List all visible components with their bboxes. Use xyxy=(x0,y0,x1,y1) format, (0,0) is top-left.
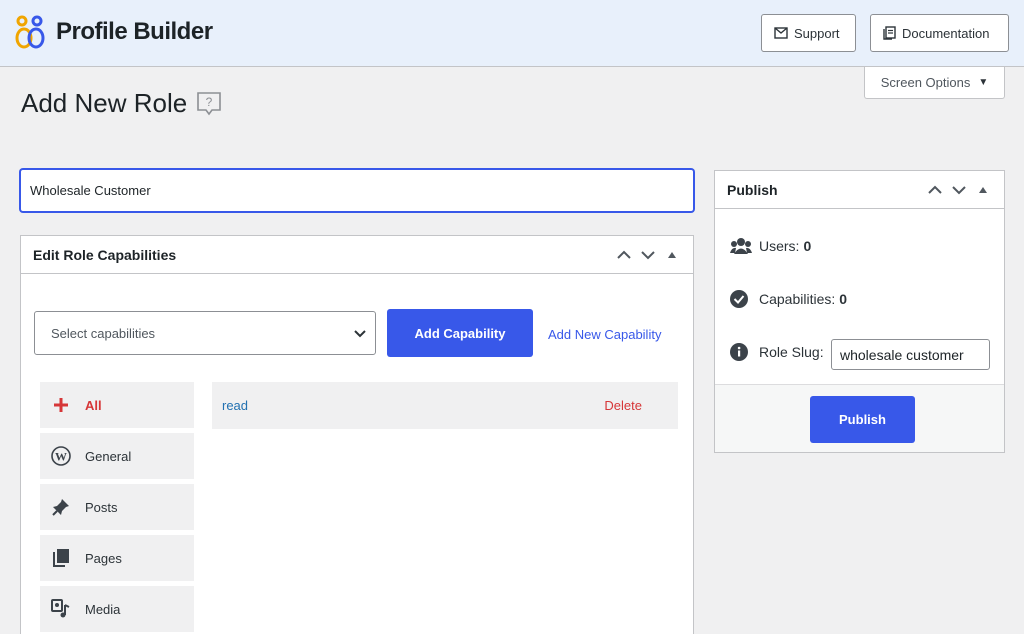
support-button[interactable]: Support xyxy=(761,14,856,52)
top-bar: Profile Builder Support Documentation xyxy=(0,0,1024,67)
role-slug-line: Role Slug: xyxy=(730,343,824,361)
category-media[interactable]: Media xyxy=(40,586,194,632)
caret-down-icon: ▼ xyxy=(978,77,989,88)
category-pages[interactable]: Pages xyxy=(40,535,194,581)
capability-name[interactable]: read xyxy=(222,398,604,413)
delete-capability-link[interactable]: Delete xyxy=(604,398,642,413)
role-name-input[interactable] xyxy=(20,169,694,212)
capabilities-box-title: Edit Role Capabilities xyxy=(33,246,177,263)
role-slug-input[interactable] xyxy=(831,339,990,370)
publish-box-footer: Publish xyxy=(715,384,1004,452)
capabilities-label: Capabilities: xyxy=(759,291,836,307)
documentation-label: Documentation xyxy=(902,25,990,41)
category-label: Media xyxy=(85,601,121,617)
role-slug-label: Role Slug: xyxy=(759,344,824,360)
category-all[interactable]: All xyxy=(40,382,194,428)
move-down-icon[interactable] xyxy=(639,246,657,264)
capability-row: read Delete xyxy=(212,382,678,429)
category-label: All xyxy=(85,397,102,413)
capabilities-box-header: Edit Role Capabilities xyxy=(21,236,693,274)
page-title: Add New Role xyxy=(21,88,188,118)
users-label: Users: xyxy=(759,238,800,254)
pin-icon xyxy=(50,496,72,518)
capabilities-count: 0 xyxy=(839,291,848,307)
users-count-line: Users: 0 xyxy=(730,237,811,255)
category-posts[interactable]: Posts xyxy=(40,484,194,530)
documentation-button[interactable]: Documentation xyxy=(870,14,1009,52)
collapse-toggle-icon[interactable] xyxy=(663,246,681,264)
pages-icon xyxy=(50,547,72,569)
category-label: Pages xyxy=(85,550,122,566)
move-up-icon[interactable] xyxy=(926,181,944,199)
capabilities-select-placeholder: Select capabilities xyxy=(51,325,156,341)
category-label: Posts xyxy=(85,499,118,515)
move-up-icon[interactable] xyxy=(615,246,633,264)
add-new-capability-link[interactable]: Add New Capability xyxy=(548,327,661,342)
capabilities-count-line: Capabilities: 0 xyxy=(730,290,847,308)
info-icon xyxy=(730,343,752,361)
users-count: 0 xyxy=(803,238,812,254)
svg-text:W: W xyxy=(55,450,67,464)
collapse-toggle-icon[interactable] xyxy=(974,181,992,199)
page-title-wrap: Add New Role ? xyxy=(21,88,223,119)
category-general[interactable]: W General xyxy=(40,433,194,479)
screen-options-label: Screen Options xyxy=(880,75,971,90)
wordpress-icon: W xyxy=(50,445,72,467)
mail-icon xyxy=(774,27,788,39)
publish-box: Publish Users: 0 Capabilities: 0 Role Sl… xyxy=(714,170,1005,453)
profile-builder-logo-icon xyxy=(15,15,45,49)
add-capability-button[interactable]: Add Capability xyxy=(387,309,533,357)
edit-role-capabilities-box: Edit Role Capabilities Select capabiliti… xyxy=(20,235,694,634)
document-icon xyxy=(883,26,896,40)
capabilities-select[interactable]: Select capabilities xyxy=(34,311,376,355)
plus-icon xyxy=(50,394,72,416)
chevron-down-icon xyxy=(354,330,366,338)
users-icon xyxy=(730,237,752,255)
publish-box-header: Publish xyxy=(715,171,1004,209)
svg-text:?: ? xyxy=(206,95,213,109)
support-label: Support xyxy=(794,25,840,41)
brand-name: Profile Builder xyxy=(56,18,213,45)
publish-box-title: Publish xyxy=(727,181,778,198)
help-icon[interactable]: ? xyxy=(195,90,223,118)
publish-button[interactable]: Publish xyxy=(810,396,915,443)
checkmark-circle-icon xyxy=(730,290,752,308)
media-icon xyxy=(50,598,72,620)
screen-options-toggle[interactable]: Screen Options ▼ xyxy=(864,67,1005,99)
category-label: General xyxy=(85,448,132,464)
move-down-icon[interactable] xyxy=(950,181,968,199)
